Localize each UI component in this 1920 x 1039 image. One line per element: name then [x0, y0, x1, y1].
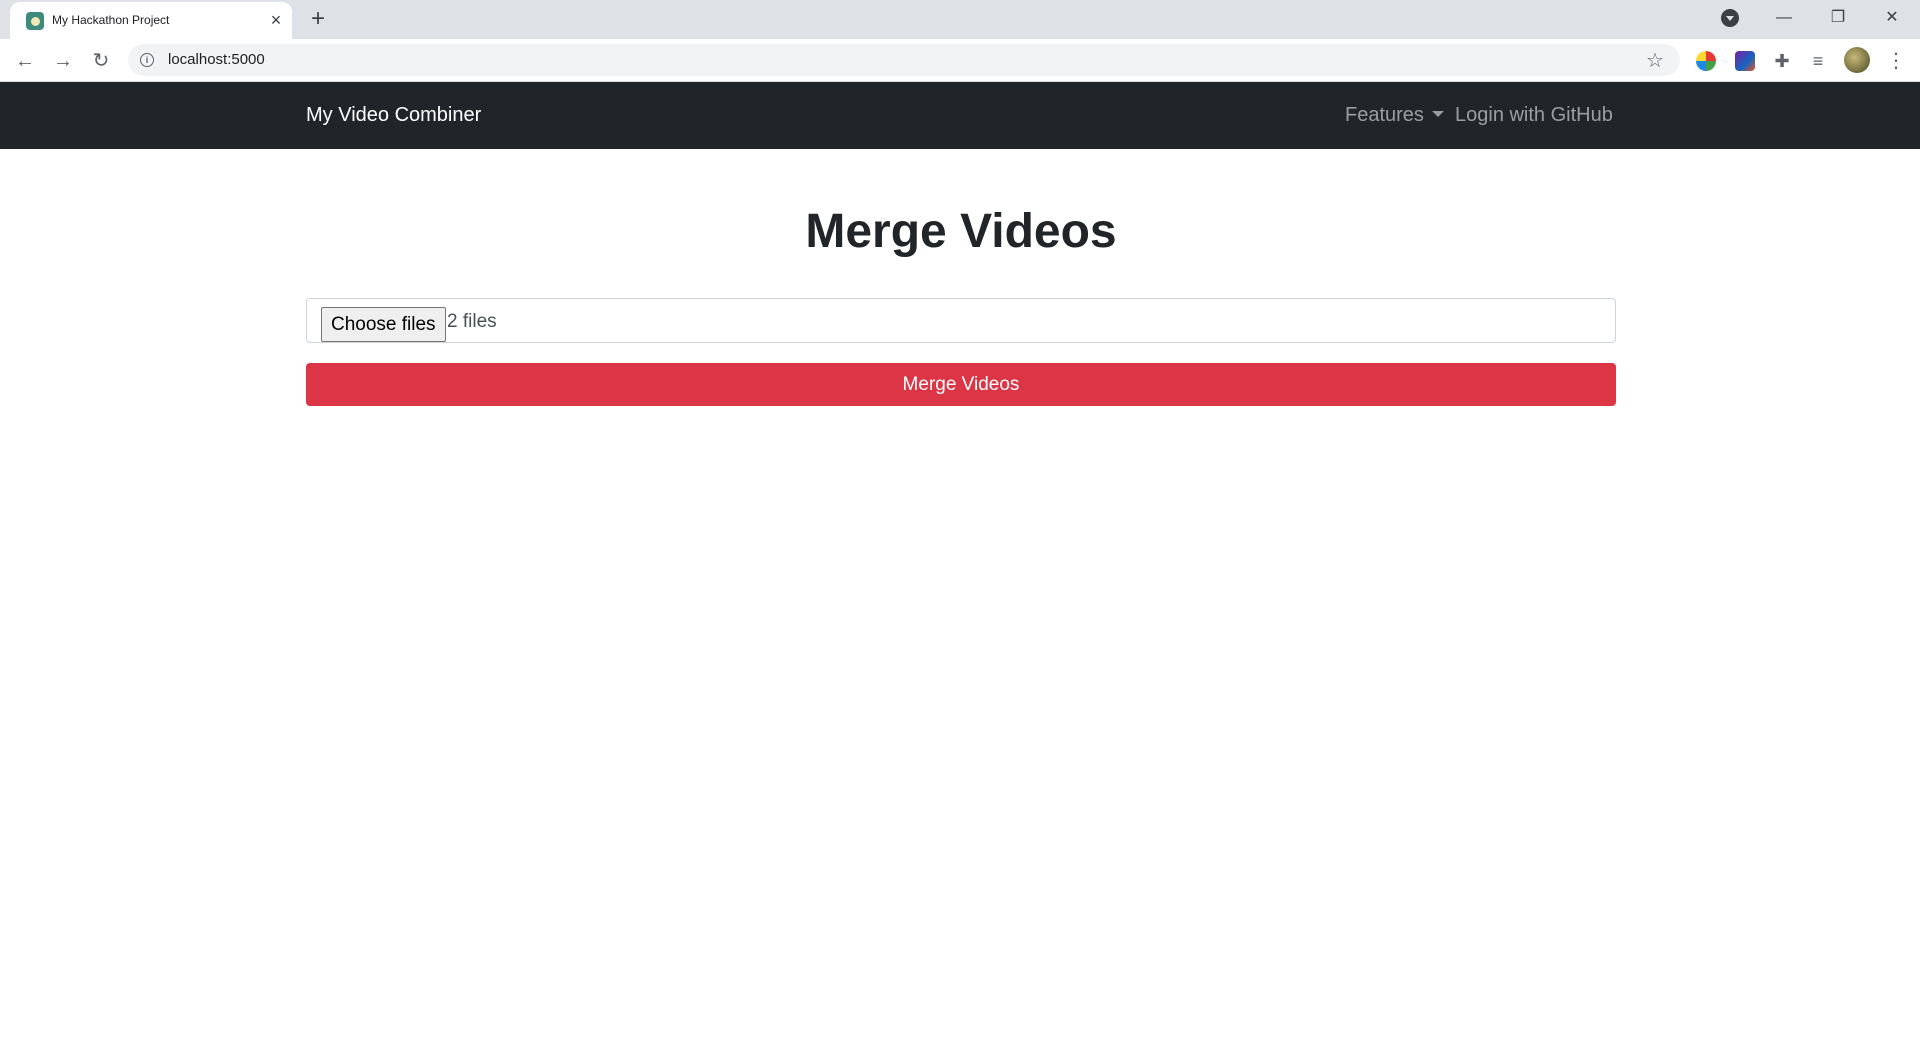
bookmark-star-icon[interactable]: ☆ — [1646, 48, 1664, 73]
chevron-down-icon — [1431, 111, 1444, 117]
browser-tabstrip: My Hackathon Project × + — ❐ ✕ — [0, 0, 1920, 39]
reading-list-icon[interactable]: ≡ — [1808, 51, 1828, 71]
brand-link[interactable]: My Video Combiner — [306, 104, 481, 127]
merge-videos-button[interactable]: Merge Videos — [306, 363, 1616, 406]
extension-pinwheel-icon[interactable] — [1696, 51, 1716, 71]
favicon-icon — [26, 12, 44, 30]
tab-search-icon[interactable] — [1721, 9, 1739, 27]
reload-icon[interactable]: ↻ — [88, 48, 114, 74]
features-dropdown[interactable]: Features — [1345, 104, 1444, 127]
login-github-link[interactable]: Login with GitHub — [1455, 104, 1613, 127]
tab-close-icon[interactable]: × — [266, 10, 286, 30]
url-text[interactable]: localhost:5000 — [168, 51, 265, 68]
profile-avatar[interactable] — [1844, 47, 1870, 73]
file-input[interactable]: Choose files 2 files — [306, 298, 1616, 343]
page-title: Merge Videos — [805, 205, 1117, 258]
address-bar[interactable]: i localhost:5000 ☆ — [128, 44, 1680, 76]
new-tab-icon[interactable]: + — [306, 7, 330, 31]
app-navbar: My Video Combiner Features Login with Gi… — [0, 82, 1920, 149]
forward-icon[interactable]: → — [50, 48, 76, 74]
menu-dots-icon[interactable]: ⋮ — [1886, 48, 1906, 74]
browser-tab[interactable]: My Hackathon Project × — [10, 2, 292, 39]
file-count-label: 2 files — [447, 311, 497, 332]
extensions-puzzle-icon[interactable]: ✚ — [1772, 51, 1792, 71]
features-label: Features — [1345, 104, 1424, 126]
choose-files-button[interactable]: Choose files — [321, 307, 446, 342]
back-icon[interactable]: ← — [12, 48, 38, 74]
browser-toolbar: ← → ↻ i localhost:5000 ☆ ✚ ≡ ⋮ — [0, 39, 1920, 82]
tab-title: My Hackathon Project — [52, 13, 170, 27]
minimize-icon[interactable]: — — [1764, 4, 1804, 32]
info-icon[interactable]: i — [140, 53, 154, 67]
restore-icon[interactable]: ❐ — [1818, 4, 1858, 32]
window-close-icon[interactable]: ✕ — [1872, 4, 1912, 32]
extension-app-icon[interactable] — [1735, 51, 1755, 71]
